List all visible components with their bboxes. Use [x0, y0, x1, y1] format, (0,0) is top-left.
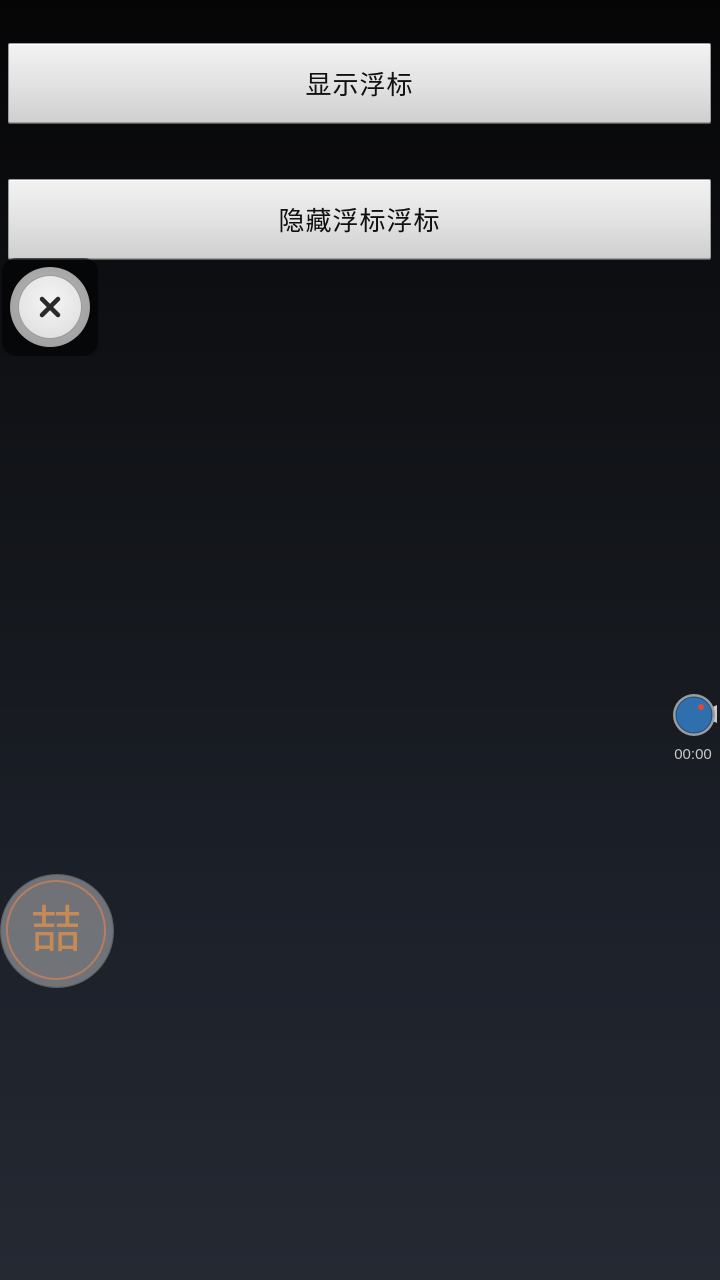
assistive-float-ring: 喆: [6, 880, 106, 980]
hide-float-button[interactable]: 隐藏浮标浮标: [8, 179, 711, 259]
assistive-float-glyph: 喆: [31, 901, 81, 959]
close-float-face: [19, 276, 81, 338]
screen-recorder-float[interactable]: [672, 693, 718, 737]
close-float-widget[interactable]: [2, 258, 98, 356]
recording-timer: 00:00: [674, 746, 712, 763]
close-icon: [39, 296, 61, 318]
hide-float-button-label: 隐藏浮标浮标: [278, 206, 441, 237]
close-float-ring: [10, 267, 90, 347]
record-camera-icon: [673, 694, 717, 736]
show-float-button-label: 显示浮标: [305, 70, 414, 101]
show-float-button[interactable]: 显示浮标: [8, 43, 711, 123]
assistive-float-button[interactable]: 喆: [1, 875, 113, 987]
